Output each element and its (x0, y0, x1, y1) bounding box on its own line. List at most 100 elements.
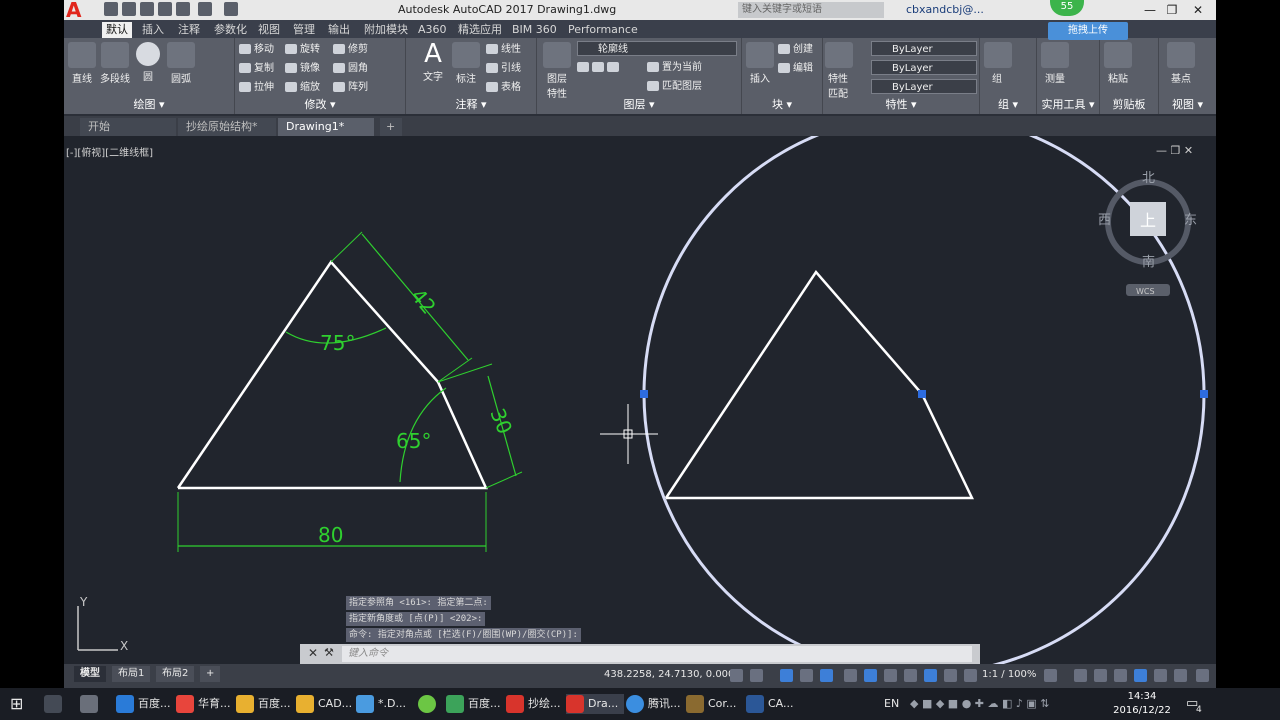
array-tool[interactable]: 阵列 (333, 80, 368, 96)
restore-button[interactable]: ❐ (1162, 2, 1182, 18)
viewcube-south[interactable]: 南 (1142, 254, 1155, 270)
snap-icon[interactable] (750, 669, 763, 682)
system-tray-icons[interactable]: ◆ ■ ◆ ■ ● ✚ ☁ ◧ ♪ ▣ ⇅ (910, 694, 1050, 714)
clock[interactable]: 14:34 2016/12/22 (1112, 690, 1172, 718)
tab-insert[interactable]: 插入 (138, 22, 168, 38)
open-file-icon[interactable] (122, 2, 136, 16)
user-account[interactable]: cbxandcbj@... (906, 3, 984, 16)
redo-icon[interactable] (224, 2, 238, 16)
panel-annotation-label[interactable]: 注释 ▾ (406, 96, 536, 112)
minimize-button[interactable]: — (1140, 2, 1160, 18)
panel-modify-label[interactable]: 修改 ▾ (235, 96, 405, 112)
panel-clipboard-label[interactable]: 剪贴板 (1100, 96, 1158, 112)
leader-tool[interactable]: 引线 (486, 61, 521, 77)
panel-utilities-label[interactable]: 实用工具 ▾ (1037, 96, 1099, 112)
panel-draw-label[interactable]: 绘图 ▾ (64, 96, 234, 112)
grid-icon[interactable] (730, 669, 743, 682)
plot-icon[interactable] (176, 2, 190, 16)
fillet-tool[interactable]: 圆角 (333, 61, 368, 77)
trim-tool[interactable]: 修剪 (333, 42, 368, 58)
base-point-tool[interactable]: 基点 (1167, 42, 1195, 85)
right-triangle[interactable] (664, 269, 974, 500)
annotation-scale[interactable]: 1:1 / 100% (982, 669, 1036, 680)
tab-parametric[interactable]: 参数化 (210, 22, 251, 38)
layout-tab-model[interactable]: 模型 (74, 666, 106, 682)
taskbar-item[interactable]: Cor... (686, 694, 736, 714)
annotation-monitor-icon[interactable] (1074, 669, 1087, 682)
grip-quadrant-right[interactable] (1200, 390, 1208, 398)
fan-app-icon[interactable] (80, 694, 102, 714)
units-icon[interactable] (1094, 669, 1107, 682)
tab-view[interactable]: 视图 (254, 22, 284, 38)
arc-tool[interactable]: 圆弧 (166, 42, 196, 85)
close-button[interactable]: ✕ (1188, 2, 1208, 18)
search-input[interactable]: 键入关键字或短语 (738, 2, 884, 18)
create-block-tool[interactable]: 创建 (778, 42, 813, 58)
insert-tool[interactable]: 插入 (746, 42, 774, 85)
scale-tool[interactable]: 缩放 (285, 80, 320, 96)
viewport-window-controls[interactable]: — ❐ ✕ (1156, 144, 1193, 157)
layer-dropdown[interactable]: 轮廓线 (577, 41, 737, 56)
taskbar-item[interactable]: 百度... (116, 694, 171, 714)
annotation-visibility-icon[interactable] (944, 669, 957, 682)
close-command-icon[interactable]: ✕ (308, 646, 318, 660)
tab-annotate[interactable]: 注释 (174, 22, 204, 38)
line-tool[interactable]: 直线 (68, 42, 96, 85)
new-tab-button[interactable]: + (380, 118, 402, 136)
taskbar-item[interactable] (418, 694, 440, 714)
viewcube-east[interactable]: 东 (1184, 213, 1197, 228)
move-tool[interactable]: 移动 (239, 42, 274, 58)
set-current-tool[interactable]: 置为当前 (647, 60, 702, 76)
color-dropdown[interactable]: ByLayer (871, 41, 977, 56)
tab-home[interactable]: 默认 (102, 22, 132, 38)
clean-screen-icon[interactable] (1174, 669, 1187, 682)
taskbar-item[interactable]: CAD... (296, 694, 352, 714)
linetype-dropdown[interactable]: ByLayer (871, 60, 977, 75)
taskbar-item-active[interactable]: Dra... (566, 694, 625, 714)
grip-vertex[interactable] (918, 390, 926, 398)
taskbar-item[interactable]: *.D... (356, 694, 406, 714)
transparency-icon[interactable] (904, 669, 917, 682)
taskbar-item[interactable]: 百度... (446, 694, 501, 714)
tab-featured-apps[interactable]: 精选应用 (454, 22, 506, 38)
polyline-tool[interactable]: 多段线 (98, 42, 132, 85)
lock-ui-icon[interactable] (1134, 669, 1147, 682)
customization-icon[interactable] (1196, 669, 1209, 682)
isolate-objects-icon[interactable] (1154, 669, 1167, 682)
taskbar-item[interactable]: 百度... (236, 694, 291, 714)
dimension-tool[interactable]: 标注 (452, 42, 480, 85)
stretch-tool[interactable]: 拉伸 (239, 80, 274, 96)
match-properties-tool[interactable]: 特性 匹配 (825, 42, 853, 100)
workspace-gear-icon[interactable] (1044, 669, 1057, 682)
panel-block-label[interactable]: 块 ▾ (742, 96, 822, 112)
selection-cycling-icon[interactable] (924, 669, 937, 682)
panel-layers-label[interactable]: 图层 ▾ (537, 96, 741, 112)
save-icon[interactable] (140, 2, 154, 16)
lineweight-icon[interactable] (884, 669, 897, 682)
customize-icon[interactable]: ⚒ (324, 646, 334, 659)
panel-view-label[interactable]: 视图 ▾ (1159, 96, 1216, 112)
doc-tab-drawing1[interactable]: Drawing1* (278, 118, 374, 136)
lineweight-dropdown[interactable]: ByLayer (871, 79, 977, 94)
tab-addins[interactable]: 附加模块 (360, 22, 412, 38)
undo-icon[interactable] (198, 2, 212, 16)
group-tool[interactable]: 组 (984, 42, 1012, 85)
input-language[interactable]: EN (884, 694, 899, 714)
mirror-tool[interactable]: 镜像 (285, 61, 320, 77)
coordinate-readout[interactable]: 438.2258, 24.7130, 0.0000 (604, 669, 741, 680)
edit-block-tool[interactable]: 编辑 (778, 61, 813, 77)
left-triangle[interactable] (176, 259, 488, 490)
doc-tab-structure[interactable]: 抄绘原始结构* (178, 118, 276, 136)
taskbar-item[interactable]: 腾讯... (626, 694, 681, 714)
tab-performance[interactable]: Performance (564, 22, 642, 38)
taskbar-item[interactable]: CA... (746, 694, 794, 714)
measure-tool[interactable]: 测量 (1041, 42, 1069, 85)
windows-start-icon[interactable]: ⊞ (10, 694, 23, 714)
layer-icons-row[interactable] (577, 60, 647, 76)
copy-tool[interactable]: 复制 (239, 61, 274, 77)
paste-tool[interactable]: 粘贴 (1104, 42, 1132, 85)
tab-output[interactable]: 输出 (324, 22, 354, 38)
text-tool[interactable]: A 文字 (420, 40, 446, 83)
osnap-icon[interactable] (844, 669, 857, 682)
taskbar-item[interactable]: 华育... (176, 694, 231, 714)
